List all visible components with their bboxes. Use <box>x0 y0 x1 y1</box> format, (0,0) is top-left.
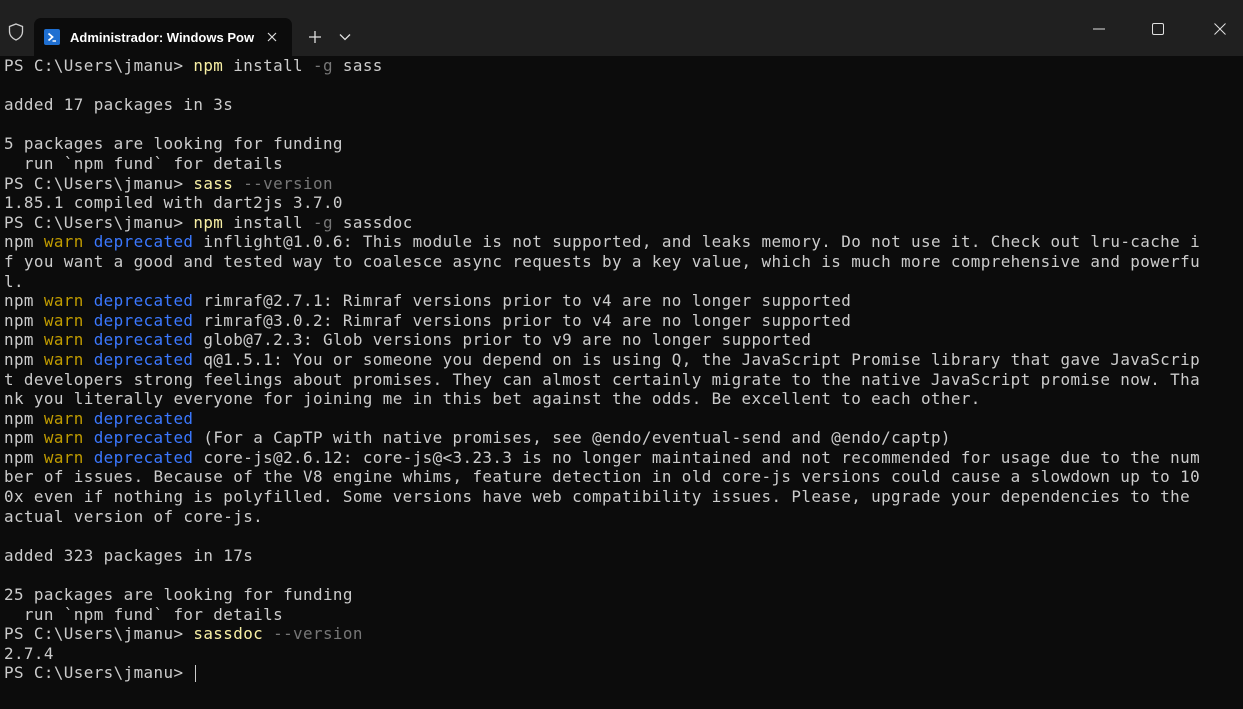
command-line: PS C:\Users\jmanu> sassdoc --version <box>4 624 363 644</box>
powershell-icon <box>44 29 60 45</box>
close-tab-icon[interactable] <box>264 29 280 45</box>
shield-icon <box>6 22 26 42</box>
maximize-button[interactable] <box>1135 18 1181 40</box>
close-icon <box>1214 23 1226 35</box>
warning-line: npm warn deprecated inflight@1.0.6: This… <box>4 232 1201 252</box>
close-window-button[interactable] <box>1197 18 1243 40</box>
tab-powershell[interactable]: Administrador: Windows Pow <box>34 18 292 56</box>
chevron-down-icon <box>339 34 351 41</box>
output-line: 0x even if nothing is polyfilled. Some v… <box>4 487 1191 507</box>
warning-line: npm warn deprecated rimraf@3.0.2: Rimraf… <box>4 310 852 330</box>
warning-line: npm warn deprecated q@1.5.1: You or some… <box>4 349 1201 369</box>
output-line: actual version of core-js. <box>4 506 264 526</box>
warning-line: npm warn deprecated rimraf@2.7.1: Rimraf… <box>4 291 852 311</box>
output-line: t developers strong feelings about promi… <box>4 369 1201 389</box>
output-line: 5 packages are looking for funding <box>4 134 343 154</box>
warning-line: npm warn deprecated (For a CapTP with na… <box>4 428 951 448</box>
output-line: added 323 packages in 17s <box>4 545 254 565</box>
new-tab-button[interactable] <box>304 26 326 48</box>
output-line: l. <box>4 271 24 291</box>
text-cursor <box>195 665 197 683</box>
command-line: PS C:\Users\jmanu> npm install -g sassdo… <box>4 212 413 232</box>
warning-line: npm warn deprecated <box>4 408 194 428</box>
tab-title: Administrador: Windows Pow <box>70 29 255 45</box>
maximize-icon <box>1152 23 1164 35</box>
output-line: 2.7.4 <box>4 643 54 663</box>
terminal-output[interactable]: PS C:\Users\jmanu> npm install -g sass a… <box>4 56 1240 706</box>
active-prompt[interactable]: PS C:\Users\jmanu> <box>4 663 1240 683</box>
output-line: added 17 packages in 3s <box>4 95 234 115</box>
plus-icon <box>309 31 321 43</box>
output-line: run `npm fund` for details <box>4 604 284 624</box>
command-line: PS C:\Users\jmanu> sass --version <box>4 173 333 193</box>
warning-line: npm warn deprecated glob@7.2.3: Glob ver… <box>4 330 812 350</box>
output-line: nk you literally everyone for joining me… <box>4 389 981 409</box>
minimize-icon <box>1093 28 1105 30</box>
minimize-button[interactable] <box>1076 18 1122 40</box>
output-line: ber of issues. Because of the V8 engine … <box>4 467 1201 487</box>
tab-dropdown-button[interactable] <box>334 26 356 48</box>
output-line: run `npm fund` for details <box>4 153 284 173</box>
output-line: 25 packages are looking for funding <box>4 585 353 605</box>
warning-line: npm warn deprecated core-js@2.6.12: core… <box>4 447 1201 467</box>
output-line: f you want a good and tested way to coal… <box>4 251 1201 271</box>
command-line: PS C:\Users\jmanu> npm install -g sass <box>4 56 383 75</box>
title-bar: Administrador: Windows Pow <box>0 0 1243 56</box>
output-line: 1.85.1 compiled with dart2js 3.7.0 <box>4 193 343 213</box>
